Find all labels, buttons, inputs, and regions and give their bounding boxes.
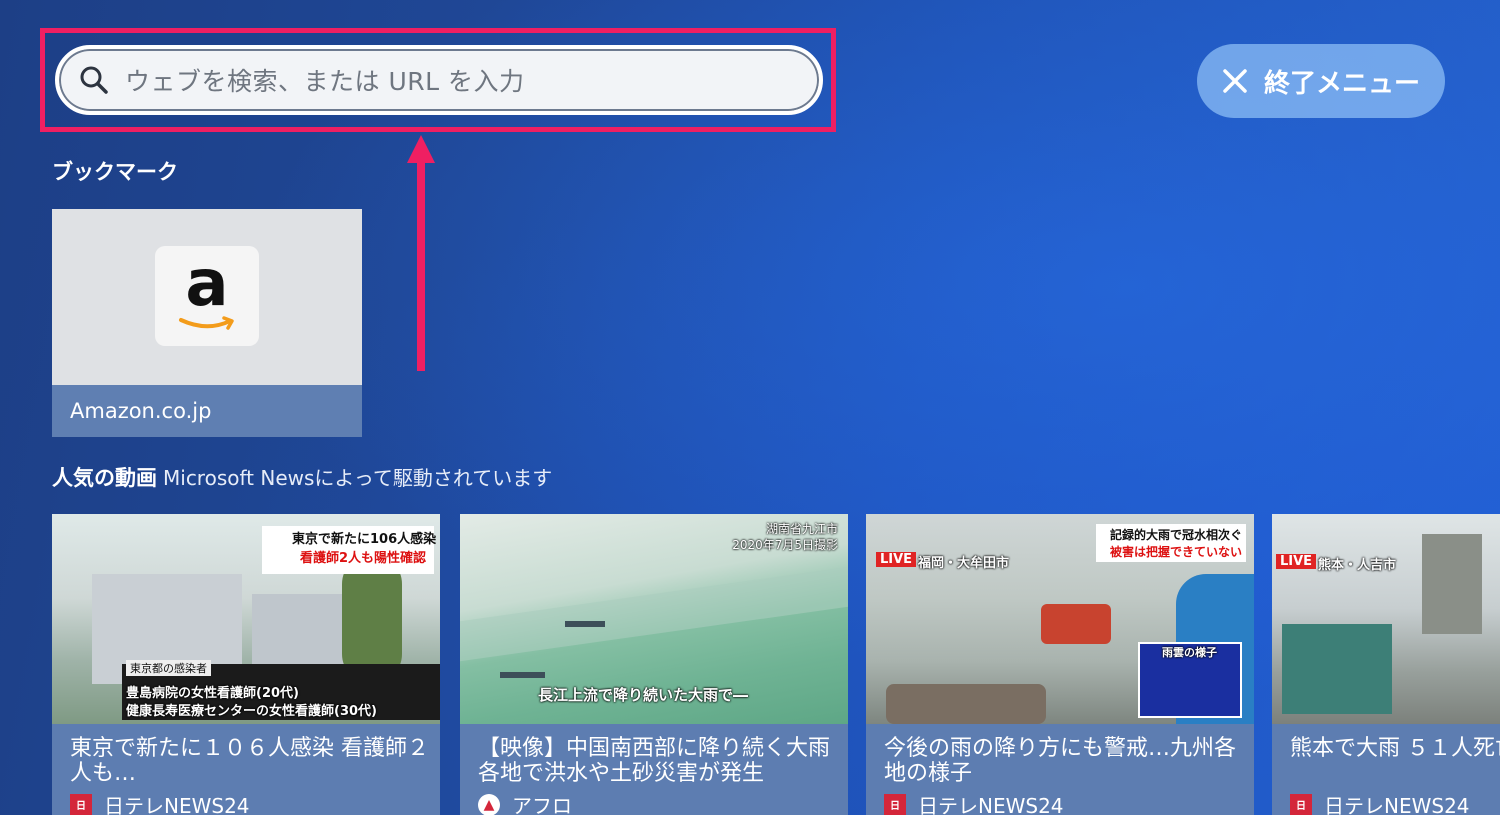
thumb-caption: 東京で新たに106人感染	[292, 532, 437, 547]
annotation-arrow-icon	[407, 135, 435, 371]
video-card[interactable]: 湖南省九江市 2020年7月5日撮影 長江上流で降り続いた大雨で― 【映像】中国…	[460, 514, 848, 815]
videos-heading: 人気の動画 Microsoft Newsによって駆動されています	[52, 462, 552, 492]
bookmarks-heading: ブックマーク	[52, 160, 178, 184]
video-thumbnail: 湖南省九江市 2020年7月5日撮影 長江上流で降り続いた大雨で―	[460, 514, 848, 724]
bookmark-label: Amazon.co.jp	[52, 385, 362, 437]
thumb-caption: 福岡・大牟田市	[918, 556, 1010, 571]
amazon-logo-icon: a	[155, 246, 259, 346]
ntv-logo-icon: 日	[70, 793, 92, 815]
video-thumbnail: LIVE 熊本・人吉市	[1272, 514, 1500, 724]
exit-menu-button[interactable]: 終了メニュー	[1197, 44, 1445, 118]
video-card[interactable]: LIVE 福岡・大牟田市 記録的大雨で冠水相次ぐ 被害は把握できていない 雨雲の…	[866, 514, 1254, 815]
ntv-logo-icon: 日	[884, 793, 906, 815]
thumb-caption: 2020年7月5日撮影	[732, 538, 838, 552]
video-source-label: アフロ	[512, 794, 572, 815]
ntv-logo-icon: 日	[1290, 793, 1312, 815]
thumb-caption: 東京都の感染者	[126, 660, 211, 676]
exit-menu-label: 終了メニュー	[1263, 68, 1420, 99]
thumb-caption: 豊島病院の女性看護師(20代)	[126, 686, 299, 701]
thumb-caption: 被害は把握できていない	[1110, 545, 1243, 559]
thumb-caption: 記録的大雨で冠水相次ぐ	[1110, 528, 1243, 542]
video-source-label: 日テレNEWS24	[104, 794, 250, 815]
video-card[interactable]: LIVE 熊本・人吉市 熊本で大雨 ５１人死亡 停止 日 日テレNEWS24	[1272, 514, 1500, 815]
close-icon	[1223, 69, 1247, 93]
video-title: 【映像】中国南西部に降り続く大雨 各地で洪水や土砂災害が発生	[478, 736, 831, 786]
thumb-caption: 長江上流で降り続いた大雨で―	[538, 686, 749, 704]
video-source-label: 日テレNEWS24	[918, 794, 1064, 815]
video-title: 東京で新たに１０６人感染 看護師２人も…	[70, 736, 429, 786]
search-icon	[80, 66, 108, 94]
video-card[interactable]: 東京で新たに106人感染 看護師2人も陽性確認 東京都の感染者 豊島病院の女性看…	[52, 514, 440, 815]
video-source-label: 日テレNEWS24	[1324, 794, 1470, 815]
videos-title: 人気の動画	[52, 466, 157, 490]
video-source: 日 日テレNEWS24	[1290, 790, 1470, 815]
amazon-logo-letter: a	[185, 247, 229, 321]
video-thumbnail: LIVE 福岡・大牟田市 記録的大雨で冠水相次ぐ 被害は把握できていない 雨雲の…	[866, 514, 1254, 724]
video-source: 日 日テレNEWS24	[70, 790, 250, 815]
video-title: 熊本で大雨 ５１人死亡 停止	[1290, 736, 1500, 761]
thumb-caption: 雨雲の様子	[1162, 646, 1217, 659]
search-placeholder: ウェブを検索、または URL を入力	[125, 67, 525, 96]
video-source: 日 日テレNEWS24	[884, 790, 1064, 815]
amazon-smile-icon	[179, 316, 234, 330]
bookmark-amazon[interactable]: a Amazon.co.jp	[52, 209, 362, 437]
thumb-caption: 湖南省九江市	[765, 522, 838, 536]
search-input[interactable]: ウェブを検索、または URL を入力	[55, 45, 823, 115]
videos-subtitle: Microsoft Newsによって駆動されています	[163, 466, 553, 490]
video-thumbnail: 東京で新たに106人感染 看護師2人も陽性確認 東京都の感染者 豊島病院の女性看…	[52, 514, 440, 724]
thumb-caption: 熊本・人吉市	[1318, 558, 1397, 573]
video-source: ▲ アフロ	[478, 790, 572, 815]
video-title: 今後の雨の降り方にも警戒…九州各地の様子	[884, 736, 1237, 786]
afro-logo-icon: ▲	[478, 793, 500, 815]
thumb-caption: 健康長寿医療センターの女性看護師(30代)	[126, 704, 377, 719]
thumb-caption: LIVE	[876, 552, 917, 567]
thumb-caption: LIVE	[1276, 554, 1317, 569]
thumb-caption: 看護師2人も陽性確認	[300, 551, 427, 566]
